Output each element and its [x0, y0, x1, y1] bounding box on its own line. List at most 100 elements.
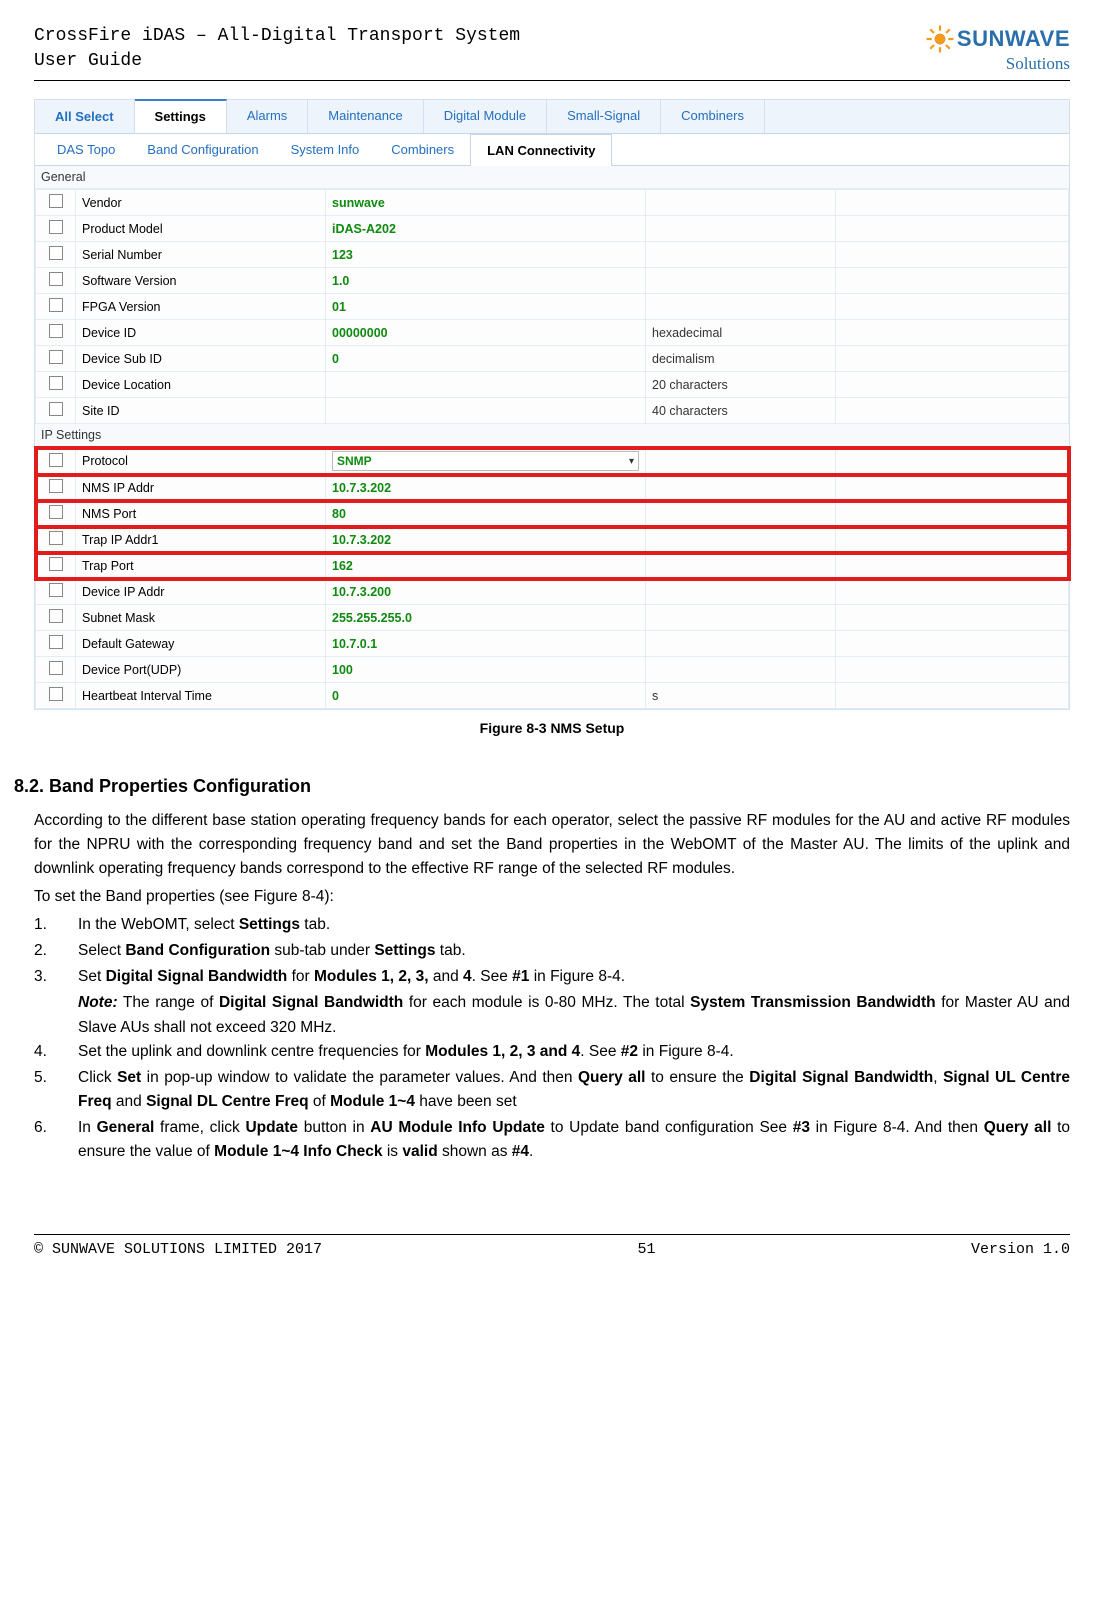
checkbox[interactable] [49, 350, 63, 364]
row-label: NMS IP Addr [76, 475, 326, 501]
subtab-combiners[interactable]: Combiners [375, 134, 470, 165]
checkbox[interactable] [49, 635, 63, 649]
step-1: 1. In the WebOMT, select Settings tab. [34, 913, 1070, 937]
section-general: General [35, 166, 1069, 189]
row-label: Device Sub ID [76, 346, 326, 372]
tab-digital-module[interactable]: Digital Module [424, 100, 547, 133]
checkbox[interactable] [49, 246, 63, 260]
tab-alarms[interactable]: Alarms [227, 100, 308, 133]
table-row: NMS Port80 [36, 501, 1069, 527]
row-unit [646, 268, 836, 294]
row-unit [646, 242, 836, 268]
row-unit [646, 216, 836, 242]
row-value[interactable]: 162 [326, 553, 646, 579]
tab-small-signal[interactable]: Small-Signal [547, 100, 661, 133]
row-value[interactable] [326, 372, 646, 398]
row-unit: 20 characters [646, 372, 836, 398]
checkbox[interactable] [49, 687, 63, 701]
row-value[interactable]: 00000000 [326, 320, 646, 346]
row-label: Trap Port [76, 553, 326, 579]
main-tabs: All Select Settings Alarms Maintenance D… [35, 100, 1069, 134]
checkbox[interactable] [49, 609, 63, 623]
row-value[interactable]: iDAS-A202 [326, 216, 646, 242]
sun-icon [925, 24, 955, 54]
steps-list: 1. In the WebOMT, select Settings tab. 2… [34, 913, 1070, 1163]
row-label: Device ID [76, 320, 326, 346]
chevron-down-icon: ▾ [629, 456, 634, 467]
subtab-das-topo[interactable]: DAS Topo [41, 134, 131, 165]
row-unit [646, 475, 836, 501]
tab-combiners[interactable]: Combiners [661, 100, 765, 133]
step-6: 6. In General frame, click Update button… [34, 1116, 1070, 1164]
section-heading: 8.2. Band Properties Configuration [14, 776, 1070, 797]
checkbox[interactable] [49, 531, 63, 545]
row-label: Device Location [76, 372, 326, 398]
row-unit [646, 527, 836, 553]
checkbox[interactable] [49, 376, 63, 390]
para-2: To set the Band properties (see Figure 8… [34, 885, 1070, 909]
row-value[interactable]: 1.0 [326, 268, 646, 294]
row-label: Device IP Addr [76, 579, 326, 605]
row-unit: decimalism [646, 346, 836, 372]
row-value[interactable]: 80 [326, 501, 646, 527]
checkbox[interactable] [49, 272, 63, 286]
protocol-dropdown[interactable]: SNMP▾ [332, 451, 639, 471]
row-unit [646, 553, 836, 579]
checkbox[interactable] [49, 402, 63, 416]
subtab-band-config[interactable]: Band Configuration [131, 134, 274, 165]
row-label: Trap IP Addr1 [76, 527, 326, 553]
row-unit: 40 characters [646, 398, 836, 424]
table-row: Subnet Mask255.255.255.0 [36, 605, 1069, 631]
table-row: Product ModeliDAS-A202 [36, 216, 1069, 242]
step-5: 5. Click Set in pop-up window to validat… [34, 1066, 1070, 1114]
tab-all-select[interactable]: All Select [35, 100, 135, 133]
checkbox[interactable] [49, 453, 63, 467]
tab-settings[interactable]: Settings [135, 99, 227, 133]
checkbox[interactable] [49, 194, 63, 208]
row-unit [646, 657, 836, 683]
row-value[interactable] [326, 398, 646, 424]
checkbox[interactable] [49, 298, 63, 312]
row-unit: hexadecimal [646, 320, 836, 346]
footer-right: Version 1.0 [971, 1241, 1070, 1258]
row-value[interactable]: 10.7.3.202 [326, 527, 646, 553]
row-value[interactable]: sunwave [326, 190, 646, 216]
table-row: NMS IP Addr10.7.3.202 [36, 475, 1069, 501]
step-4: 4. Set the uplink and downlink centre fr… [34, 1040, 1070, 1064]
row-value[interactable]: 10.7.3.202 [326, 475, 646, 501]
table-row: Device Sub ID0decimalism [36, 346, 1069, 372]
doc-footer: © SUNWAVE SOLUTIONS LIMITED 2017 51 Vers… [34, 1234, 1070, 1258]
checkbox[interactable] [49, 324, 63, 338]
row-value[interactable]: 10.7.3.200 [326, 579, 646, 605]
row-label: Product Model [76, 216, 326, 242]
table-row: Device Location 20 characters [36, 372, 1069, 398]
tab-maintenance[interactable]: Maintenance [308, 100, 423, 133]
row-label: Vendor [76, 190, 326, 216]
checkbox[interactable] [49, 583, 63, 597]
row-label: Serial Number [76, 242, 326, 268]
subtab-lan-connectivity[interactable]: LAN Connectivity [470, 134, 612, 166]
footer-page: 51 [638, 1241, 656, 1258]
doc-header: CrossFire iDAS – All-Digital Transport S… [34, 24, 1070, 81]
checkbox[interactable] [49, 557, 63, 571]
logo-sub: Solutions [925, 54, 1070, 74]
row-value[interactable]: SNMP▾ [326, 448, 646, 475]
row-label: FPGA Version [76, 294, 326, 320]
row-value[interactable]: 100 [326, 657, 646, 683]
row-value[interactable]: 0 [326, 683, 646, 709]
table-row: Trap IP Addr110.7.3.202 [36, 527, 1069, 553]
row-value[interactable]: 10.7.0.1 [326, 631, 646, 657]
checkbox[interactable] [49, 661, 63, 675]
checkbox[interactable] [49, 220, 63, 234]
subtab-system-info[interactable]: System Info [275, 134, 376, 165]
checkbox[interactable] [49, 505, 63, 519]
row-value[interactable]: 123 [326, 242, 646, 268]
row-value[interactable]: 01 [326, 294, 646, 320]
row-value[interactable]: 0 [326, 346, 646, 372]
table-row: Heartbeat Interval Time0s [36, 683, 1069, 709]
checkbox[interactable] [49, 479, 63, 493]
row-value[interactable]: 255.255.255.0 [326, 605, 646, 631]
header-left: CrossFire iDAS – All-Digital Transport S… [34, 24, 520, 74]
table-row: Site ID40 characters [36, 398, 1069, 424]
table-row: Device IP Addr10.7.3.200 [36, 579, 1069, 605]
